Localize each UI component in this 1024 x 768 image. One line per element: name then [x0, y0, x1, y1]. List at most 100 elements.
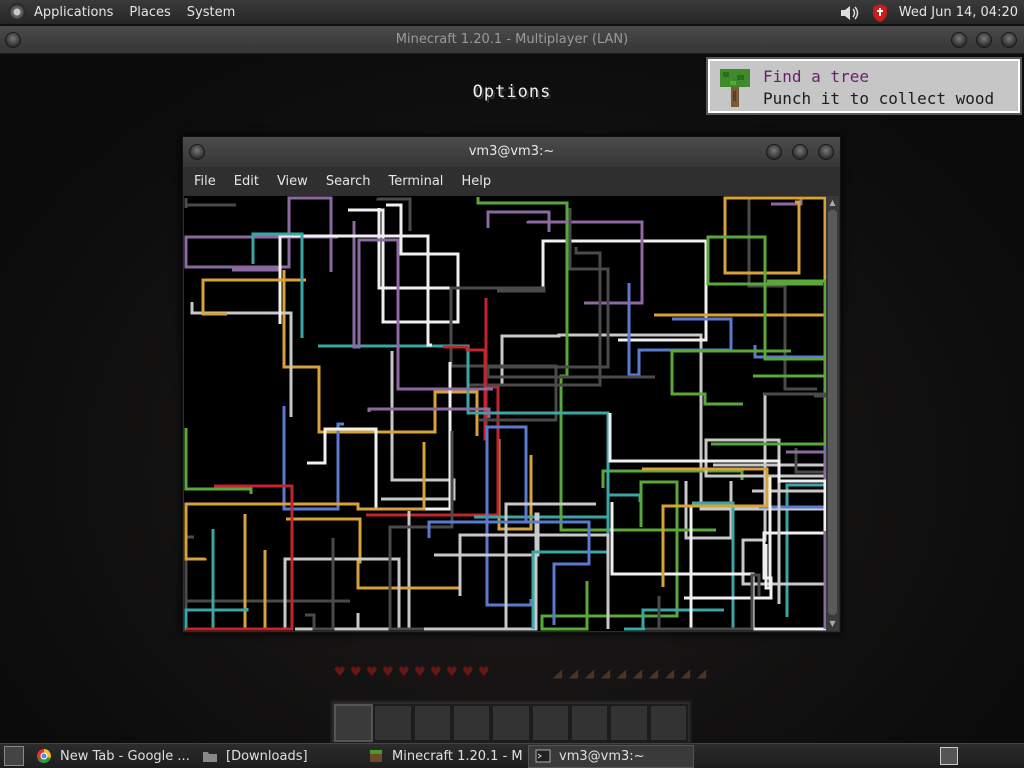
pipe-line	[307, 362, 452, 511]
pipes-screensaver-art	[184, 196, 827, 631]
applications-menu[interactable]: Applications	[34, 5, 113, 20]
window-menu-icon[interactable]	[5, 32, 21, 48]
health-bar: ♥ ♥ ♥ ♥ ♥ ♥ ♥ ♥ ♥ ♥	[334, 665, 491, 680]
scroll-up-icon[interactable]: ▲	[828, 198, 837, 208]
food-icon: ◢	[697, 666, 707, 680]
task-terminal[interactable]: vm3@vm3:~	[528, 744, 694, 768]
maximize-icon[interactable]	[976, 32, 992, 48]
toast-description: Punch it to collect wood	[763, 89, 995, 108]
menu-edit[interactable]: Edit	[234, 174, 259, 189]
food-icon: ◢	[617, 666, 627, 680]
menu-search[interactable]: Search	[326, 174, 371, 189]
chrome-icon	[37, 749, 51, 764]
minecraft-window-title: Minecraft 1.20.1 - Multiplayer (LAN)	[395, 32, 629, 47]
maximize-icon[interactable]	[792, 144, 808, 160]
menu-view[interactable]: View	[277, 174, 308, 189]
hunger-bar: ◢ ◢ ◢ ◢ ◢ ◢ ◢ ◢ ◢ ◢	[553, 667, 710, 679]
pipe-line	[642, 467, 769, 587]
terminal-titlebar[interactable]: vm3@vm3:~	[183, 137, 840, 167]
window-menu-icon[interactable]	[189, 144, 205, 160]
volume-icon[interactable]	[839, 4, 861, 22]
pipe-line	[184, 428, 253, 494]
tree-icon	[720, 69, 750, 107]
pipe-line	[624, 608, 745, 631]
pipe-line	[601, 469, 744, 488]
menu-help[interactable]: Help	[461, 174, 491, 189]
task-label: vm3@vm3:~	[559, 748, 645, 764]
food-icon: ◢	[601, 666, 611, 680]
close-icon[interactable]	[818, 144, 834, 160]
close-icon[interactable]	[1001, 32, 1017, 48]
heart-icon: ♥	[334, 665, 346, 680]
task-label: New Tab - Google ...	[60, 748, 190, 764]
pipe-line	[786, 450, 827, 629]
food-icon: ◢	[553, 666, 563, 680]
heart-icon: ♥	[414, 665, 426, 680]
food-icon: ◢	[633, 666, 643, 680]
top-panel: Applications Places System Wed Jun 14, 0…	[0, 0, 1024, 25]
task-downloads[interactable]: [Downloads]	[196, 745, 356, 768]
minimize-icon[interactable]	[766, 144, 782, 160]
hotbar-slot[interactable]	[609, 704, 649, 742]
pipe-line	[251, 232, 304, 338]
terminal-title: vm3@vm3:~	[468, 144, 555, 159]
taskbar: New Tab - Google ... [Downloads] Minecra…	[0, 743, 1024, 768]
hotbar-slot[interactable]	[530, 704, 570, 742]
show-desktop-icon[interactable]	[4, 746, 24, 766]
pipe-line	[201, 278, 306, 316]
pipe-line	[764, 392, 827, 398]
scrollbar-thumb[interactable]	[828, 210, 837, 615]
pipe-line	[184, 529, 249, 631]
hotbar-slot[interactable]	[451, 704, 492, 742]
pipe-line	[654, 196, 827, 317]
hotbar[interactable]	[330, 700, 692, 744]
menu-file[interactable]: File	[194, 174, 216, 189]
hotbar-slot[interactable]	[491, 704, 531, 742]
heart-icon: ♥	[430, 665, 442, 680]
minecraft-icon	[370, 750, 382, 762]
advancement-toast: Find a tree Punch it to collect wood	[706, 57, 1022, 115]
shield-icon[interactable]	[871, 3, 889, 23]
food-icon: ◢	[665, 666, 675, 680]
pipe-line	[476, 197, 716, 532]
terminal-window[interactable]: vm3@vm3:~ File Edit View Search Terminal…	[182, 136, 841, 633]
pipe-line	[427, 520, 591, 625]
pipe-line	[348, 203, 460, 324]
task-chrome[interactable]: New Tab - Google ...	[30, 745, 190, 768]
pipe-line	[627, 283, 733, 377]
hotbar-slot[interactable]	[648, 704, 688, 742]
task-label: Minecraft 1.20.1 - M...	[392, 748, 522, 764]
hotbar-slot[interactable]	[412, 704, 452, 742]
hotbar-slot[interactable]	[373, 704, 413, 742]
heart-icon: ♥	[446, 665, 458, 680]
minecraft-window-titlebar[interactable]: Minecraft 1.20.1 - Multiplayer (LAN)	[0, 26, 1024, 54]
minimize-icon[interactable]	[951, 32, 967, 48]
task-label: [Downloads]	[226, 748, 308, 764]
heart-icon: ♥	[350, 665, 362, 680]
hotbar-slot[interactable]	[334, 704, 374, 742]
places-menu[interactable]: Places	[129, 5, 170, 20]
pipe-line	[282, 270, 479, 436]
hotbar-slot[interactable]	[569, 704, 610, 742]
pipe-line	[190, 302, 293, 417]
pipe-line	[381, 351, 456, 501]
workspace-switcher[interactable]	[940, 747, 958, 765]
food-icon: ◢	[649, 666, 659, 680]
task-minecraft[interactable]: Minecraft 1.20.1 - M...	[362, 745, 522, 768]
terminal-scrollbar[interactable]: ▲ ▼	[826, 196, 839, 631]
terminal-menubar: File Edit View Search Terminal Help	[183, 167, 840, 195]
food-icon: ◢	[569, 666, 579, 680]
terminal-icon	[535, 749, 551, 763]
pipe-line	[352, 221, 493, 391]
heart-icon: ♥	[398, 665, 410, 680]
system-menu[interactable]: System	[187, 5, 235, 20]
clock[interactable]: Wed Jun 14, 04:20	[899, 5, 1018, 20]
terminal-output[interactable]	[184, 196, 827, 631]
distro-logo-icon[interactable]	[8, 3, 26, 21]
heart-icon: ♥	[478, 665, 490, 680]
scroll-down-icon[interactable]: ▼	[828, 619, 837, 629]
menu-terminal[interactable]: Terminal	[388, 174, 443, 189]
panel-tray: Wed Jun 14, 04:20	[839, 0, 1024, 25]
heart-icon: ♥	[366, 665, 378, 680]
pipe-line	[184, 535, 350, 629]
